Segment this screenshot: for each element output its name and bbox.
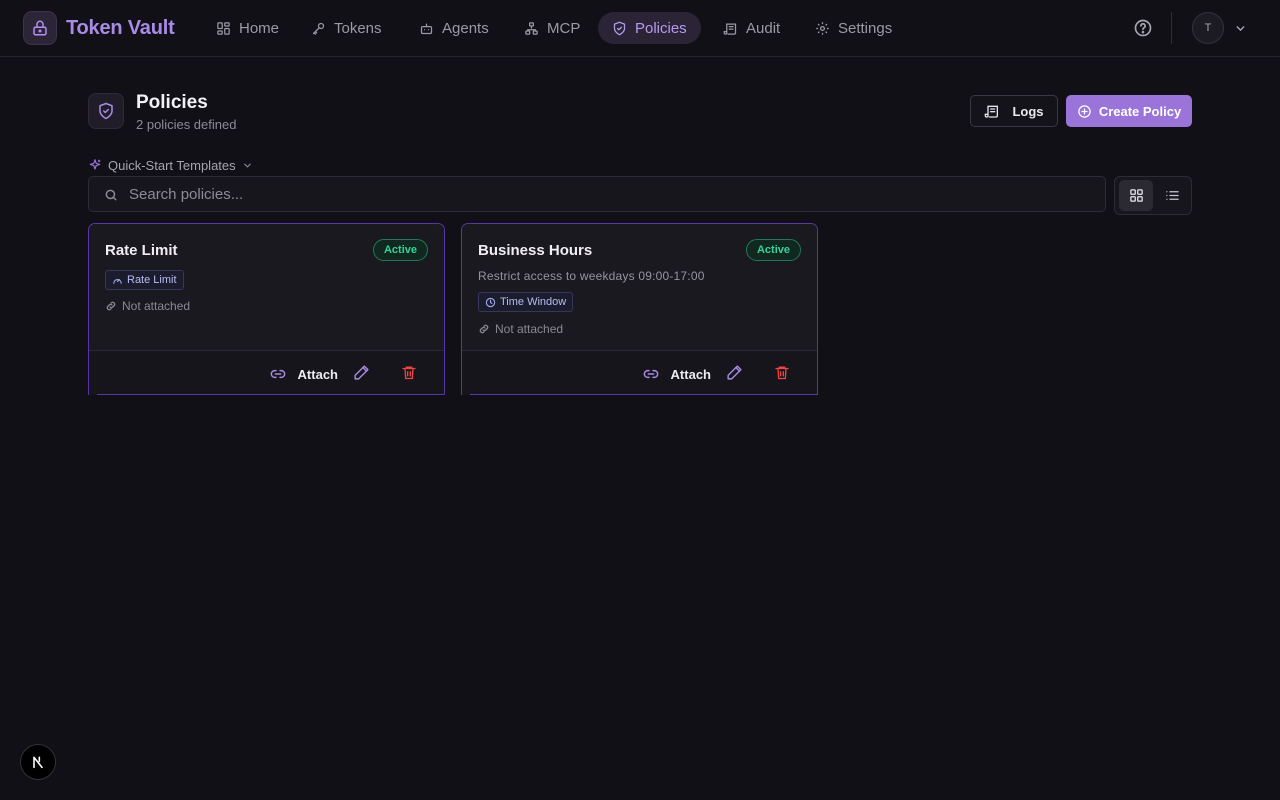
chevron-down-icon — [243, 163, 251, 168]
sparkles-icon — [89, 159, 101, 170]
nav-tokens-label: Tokens — [334, 19, 382, 37]
next-logo-icon — [33, 756, 43, 769]
nav-tokens[interactable]: Tokens — [297, 12, 396, 44]
clock-icon — [485, 297, 496, 307]
shield-check-icon — [99, 102, 113, 120]
link-icon — [106, 301, 116, 311]
link-icon — [479, 324, 489, 334]
attach-button[interactable]: Attach — [270, 363, 338, 385]
search-box — [88, 176, 1106, 212]
policy-card[interactable]: Business Hours Active Restrict access to… — [461, 223, 818, 395]
policy-description: Restrict access to weekdays 09:00-17:00 — [478, 269, 705, 283]
policies-header-icon — [88, 93, 124, 129]
scroll-icon — [723, 23, 737, 35]
create-policy-button[interactable]: Create Policy — [1066, 95, 1192, 127]
status-badge: Active — [745, 239, 801, 261]
nav-settings-label: Settings — [838, 19, 893, 37]
bot-icon — [420, 23, 433, 34]
policy-type-label: Rate Limit — [127, 274, 177, 286]
grid-icon — [1129, 189, 1143, 202]
nav-mcp-label: MCP — [547, 19, 581, 37]
grid-icon — [217, 21, 230, 35]
gauge-icon — [113, 278, 122, 284]
policy-card-actions: Attach — [462, 350, 817, 395]
nav-home[interactable]: Home — [202, 12, 293, 44]
attachment-status: Not attached — [478, 322, 563, 336]
plus-circle-icon — [1078, 104, 1091, 118]
nav-audit-label: Audit — [746, 19, 781, 37]
policy-card-actions: Attach — [89, 350, 444, 395]
search-input[interactable] — [129, 177, 1089, 211]
page-subtitle: 2 policies defined — [136, 117, 237, 132]
trash-icon[interactable] — [774, 364, 790, 381]
logs-button[interactable]: Logs — [970, 95, 1058, 127]
policy-name: Business Hours — [478, 242, 593, 259]
nav-home-label: Home — [239, 19, 280, 37]
templates-label: Quick-Start Templates — [108, 157, 236, 173]
view-toggle — [1114, 176, 1192, 215]
nav-agents-label: Agents — [442, 19, 489, 37]
search-icon — [105, 189, 117, 201]
page-title: Policies — [136, 92, 208, 113]
lock-icon[interactable] — [23, 11, 57, 45]
nav-audit[interactable]: Audit — [709, 12, 794, 44]
pencil-icon[interactable] — [353, 364, 370, 381]
attachment-status: Not attached — [105, 299, 190, 313]
policy-card-body: Rate Limit Active Rate Limit Not attache… — [89, 224, 444, 350]
nav-policies-label: Policies — [635, 19, 687, 37]
logs-button-label: Logs — [1012, 103, 1044, 119]
nav-mcp[interactable]: MCP — [510, 12, 594, 44]
chevron-down-icon[interactable] — [1234, 22, 1247, 35]
divider — [1171, 12, 1172, 44]
attachment-status-label: Not attached — [495, 322, 564, 336]
avatar[interactable]: T — [1192, 12, 1224, 44]
gear-icon — [816, 21, 829, 35]
card-bottom-border — [97, 394, 444, 395]
policy-type-tag: Time Window — [478, 292, 574, 312]
card-bottom-border — [470, 394, 817, 395]
help-icon[interactable] — [1133, 18, 1153, 38]
create-policy-label: Create Policy — [1098, 103, 1182, 119]
attach-button[interactable]: Attach — [643, 363, 711, 385]
policy-card[interactable]: Rate Limit Active Rate Limit Not attache… — [88, 223, 445, 395]
pencil-icon[interactable] — [726, 364, 743, 381]
attach-button-label: Attach — [297, 366, 338, 382]
scroll-icon — [985, 105, 999, 118]
link-icon — [643, 369, 658, 379]
quick-start-templates-toggle[interactable]: Quick-Start Templates — [88, 156, 253, 174]
network-icon — [525, 21, 538, 35]
list-icon — [1165, 191, 1179, 200]
link-icon — [270, 369, 285, 379]
attachment-status-label: Not attached — [122, 299, 191, 313]
grid-view-button[interactable] — [1119, 180, 1153, 211]
list-view-button[interactable] — [1155, 180, 1189, 211]
shield-check-icon — [613, 21, 626, 35]
trash-icon[interactable] — [401, 364, 417, 381]
top-nav: Token Vault Home Tokens Agents MCP Polic… — [0, 0, 1280, 57]
dev-tools-button[interactable] — [20, 744, 56, 780]
policy-type-label: Time Window — [500, 296, 567, 308]
policy-card-body: Business Hours Active Restrict access to… — [462, 224, 817, 350]
attach-button-label: Attach — [670, 366, 711, 382]
nav-settings[interactable]: Settings — [801, 12, 906, 44]
status-badge: Active — [372, 239, 428, 261]
key-icon — [312, 22, 325, 35]
nav-policies[interactable]: Policies — [598, 12, 701, 44]
brand-name[interactable]: Token Vault — [66, 17, 175, 40]
policy-type-tag: Rate Limit — [105, 270, 184, 290]
policy-name: Rate Limit — [105, 242, 178, 259]
nav-agents[interactable]: Agents — [405, 12, 503, 44]
